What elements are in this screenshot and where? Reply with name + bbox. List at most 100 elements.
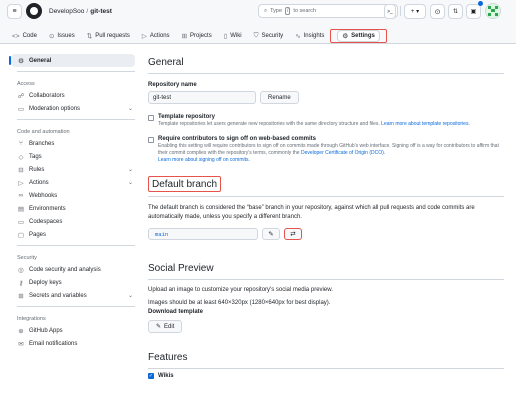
hamburger-icon: ≡ xyxy=(12,8,17,15)
social-preview-title: Social Preview xyxy=(148,262,214,274)
tab-code[interactable]: <> Code xyxy=(6,29,43,43)
pull-request-icon: ⇅ xyxy=(86,33,93,40)
page-title: General xyxy=(148,56,184,68)
table-icon: ⊞ xyxy=(181,33,188,40)
signoff-checkbox[interactable] xyxy=(148,137,154,143)
sidebar-item-secrets[interactable]: ⊞ Secrets and variables ⌄ xyxy=(11,289,135,302)
repo-name-label: Repository name xyxy=(148,82,197,88)
avatar[interactable] xyxy=(485,3,501,19)
inbox-button[interactable]: ▣ xyxy=(466,4,481,19)
edit-button[interactable]: ✎ Edit xyxy=(148,320,183,333)
mail-icon: ✉ xyxy=(18,340,24,348)
top-header: ≡ DevelopSoo / git-test ⌕ Type / to search… xyxy=(0,0,516,44)
rules-icon: ⊟ xyxy=(18,166,24,174)
sidebar-item-webhooks[interactable]: ∞ Webhooks xyxy=(11,189,135,202)
sidebar-item-collaborators[interactable]: ☍ Collaborators xyxy=(11,89,135,102)
signoff-learn-more-link[interactable]: Learn more about signing off on commits. xyxy=(158,157,250,163)
sidebar-item-actions[interactable]: ▷ Actions ⌄ xyxy=(11,176,135,189)
sidebar-item-branches[interactable]: ⑂ Branches xyxy=(11,137,135,150)
issues-button[interactable]: ⊙ xyxy=(430,4,445,19)
tab-label: Insights xyxy=(303,33,325,39)
tab-projects[interactable]: ⊞ Projects xyxy=(176,29,218,43)
tab-label: Actions xyxy=(149,33,170,39)
social-preview-desc: Upload an image to customize your reposi… xyxy=(148,287,333,293)
repo-link[interactable]: git-test xyxy=(90,8,112,15)
tag-icon: ◇ xyxy=(18,153,24,161)
tab-actions[interactable]: ▷ Actions xyxy=(136,29,176,43)
issue-circle-icon: ⊙ xyxy=(434,8,441,16)
tab-insights[interactable]: ∿ Insights xyxy=(289,29,330,43)
github-logo-icon[interactable] xyxy=(26,3,42,19)
book-icon: ▯ xyxy=(223,33,228,40)
sidebar-item-rules[interactable]: ⊟ Rules ⌄ xyxy=(11,163,135,176)
hamburger-menu-button[interactable]: ≡ xyxy=(7,4,22,19)
comment-icon: ▭ xyxy=(17,105,25,113)
command-palette-button[interactable]: >_ xyxy=(384,4,396,19)
sidebar-item-github-apps[interactable]: ⊕ GitHub Apps xyxy=(11,324,135,337)
sidebar-item-label: Actions xyxy=(29,179,49,186)
terminal-icon: >_ xyxy=(387,8,393,15)
code-icon: <> xyxy=(12,32,20,40)
rename-button[interactable]: Rename xyxy=(260,91,299,104)
download-template-link[interactable]: Download template xyxy=(148,308,504,317)
sidebar-item-label: Environments xyxy=(29,205,66,212)
sidebar-item-email-notifications[interactable]: ✉ Email notifications xyxy=(11,337,135,350)
sidebar-group-access: Access xyxy=(17,81,35,87)
features-title: Features xyxy=(148,351,188,363)
sidebar-group-security: Security xyxy=(17,255,37,261)
sidebar-item-moderation[interactable]: ▭ Moderation options ⌄ xyxy=(11,102,135,115)
server-icon: ▤ xyxy=(17,205,25,213)
sidebar-item-environments[interactable]: ▤ Environments xyxy=(11,202,135,215)
sidebar-item-label: Branches xyxy=(29,140,55,147)
dco-link[interactable]: Developer Certificate of Origin (DCO). xyxy=(301,150,385,156)
tab-wiki[interactable]: ▯ Wiki xyxy=(218,29,248,43)
branch-icon: ⑂ xyxy=(19,140,23,147)
owner-link[interactable]: DevelopSoo xyxy=(49,8,84,15)
settings-pill: ⚙ Settings xyxy=(337,30,380,42)
signoff-title: Require contributors to sign off on web-… xyxy=(158,136,317,142)
chevron-down-icon: ⌄ xyxy=(127,180,133,186)
template-repository-checkbox[interactable] xyxy=(148,115,154,121)
create-new-button[interactable]: + ▾ xyxy=(404,4,426,19)
repo-name-input[interactable]: git-test xyxy=(148,91,256,104)
tab-label: Wiki xyxy=(230,33,242,39)
section-divider xyxy=(148,73,504,74)
pull-request-icon: ⇅ xyxy=(452,9,459,15)
rename-branch-button[interactable]: ✎ xyxy=(262,228,280,240)
settings-main: General Repository name git-test Rename … xyxy=(148,54,504,379)
sidebar-item-deploy-keys[interactable]: ⚷ Deploy keys xyxy=(11,276,135,289)
tab-settings[interactable]: ⚙ Settings xyxy=(330,29,387,43)
sidebar-item-label: Codespaces xyxy=(29,218,63,225)
wikis-checkbox[interactable]: ✓ xyxy=(148,373,154,379)
tab-issues[interactable]: ⊙ Issues xyxy=(43,29,81,43)
default-branch-title: Default branch xyxy=(148,176,222,192)
search-placeholder: Type xyxy=(270,8,283,14)
template-repository-option: Template repository Template repositorie… xyxy=(148,114,504,128)
play-icon: ▷ xyxy=(141,33,147,40)
sidebar-item-tags[interactable]: ◇ Tags xyxy=(11,150,135,163)
sidebar-item-general[interactable]: ⚙ General xyxy=(9,54,135,67)
sidebar-item-label: Deploy keys xyxy=(29,279,62,286)
sidebar-item-code-security[interactable]: ◎ Code security and analysis xyxy=(11,263,135,276)
default-branch-desc: The default branch is considered the “ba… xyxy=(148,205,475,220)
sidebar-item-codespaces[interactable]: ▭ Codespaces xyxy=(11,215,135,228)
pull-requests-button[interactable]: ⇅ xyxy=(448,4,463,19)
template-learn-more-link[interactable]: Learn more about template repositories. xyxy=(381,121,470,127)
issue-icon: ⊙ xyxy=(48,33,55,40)
tab-pull-requests[interactable]: ⇅ Pull requests xyxy=(81,29,136,43)
tab-label: Settings xyxy=(351,33,375,39)
sidebar-item-label: Code security and analysis xyxy=(29,266,101,273)
sidebar-divider xyxy=(17,245,135,246)
sidebar-item-pages[interactable]: ▢ Pages xyxy=(11,228,135,241)
sidebar-item-label: GitHub Apps xyxy=(29,327,63,334)
section-divider xyxy=(148,196,504,197)
sidebar-group-integrations: Integrations xyxy=(17,316,46,322)
codespaces-icon: ▭ xyxy=(17,218,25,226)
gear-icon: ⚙ xyxy=(18,57,24,65)
inbox-icon: ▣ xyxy=(470,9,477,15)
sidebar-item-label: Rules xyxy=(29,166,45,173)
search-input[interactable]: ⌕ Type / to search xyxy=(258,4,398,18)
wikis-option: ✓ Wikis xyxy=(148,373,504,379)
tab-security[interactable]: ⛉ Security xyxy=(248,29,290,43)
switch-branch-button[interactable]: ⇄ xyxy=(284,228,302,240)
